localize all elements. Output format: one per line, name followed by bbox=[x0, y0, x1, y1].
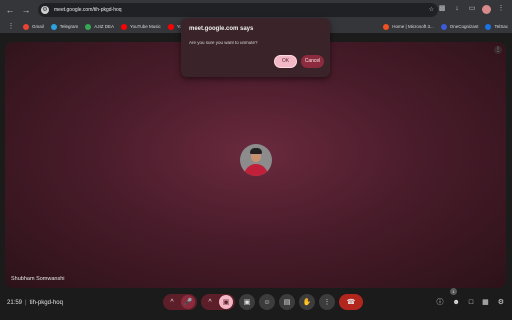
bookmark-youtube-music[interactable]: YouTube Music bbox=[121, 23, 161, 30]
unmute-confirm-dialog: meet.google.com says Are you sure you wa… bbox=[181, 18, 330, 77]
bookmark-telsac[interactable]: TelSac bbox=[485, 23, 508, 30]
participant-name: Shubham Somwanshi bbox=[11, 276, 65, 282]
meeting-info: 21:59 | tih-pkgd-hoq bbox=[7, 300, 63, 306]
bookmark-gmail[interactable]: Gmail bbox=[23, 23, 44, 30]
meeting-details-icon[interactable]: ⓘ bbox=[436, 297, 443, 307]
gmail-icon bbox=[23, 23, 29, 30]
captions-button[interactable]: ▤ bbox=[279, 294, 295, 310]
more-options-button[interactable]: ⋮ bbox=[319, 294, 335, 310]
meeting-code: tih-pkgd-hoq bbox=[29, 300, 63, 306]
telegram-icon bbox=[50, 23, 57, 30]
mic-off-button[interactable]: 🎤 bbox=[181, 295, 195, 309]
captions-icon: ▤ bbox=[283, 299, 291, 306]
ok-button[interactable]: OK bbox=[274, 55, 297, 68]
extensions-icon[interactable]: ▩ bbox=[437, 4, 447, 14]
bookmark-ajiz-dea[interactable]: AJIZ DEA bbox=[85, 23, 114, 30]
menu-kebab-icon[interactable]: ⋮ bbox=[496, 4, 506, 14]
cancel-button[interactable]: Cancel bbox=[301, 55, 324, 68]
bookmark-microsoft-365[interactable]: Home | Microsoft 3... bbox=[383, 23, 434, 30]
call-controls: ^ 🎤 ^ ▣ ▣ ☺ ▤ ✋ ⋮ ☎ bbox=[163, 294, 363, 310]
camera-options-chevron-icon[interactable]: ^ bbox=[203, 295, 217, 309]
telsac-icon bbox=[485, 23, 492, 30]
apps-grid-icon[interactable]: ⋮ bbox=[6, 22, 16, 32]
meeting-controls-bar: 21:59 | tih-pkgd-hoq ^ 🎤 ^ ▣ ▣ ☺ ▤ ✋ ⋮ ☎ 1… bbox=[0, 288, 512, 320]
host-controls-icon[interactable]: ⚙ bbox=[498, 298, 504, 306]
forward-arrow-icon[interactable]: → bbox=[20, 4, 32, 16]
camera-control: ^ ▣ bbox=[201, 294, 235, 310]
tile-options-icon[interactable]: ⋮ bbox=[494, 46, 502, 54]
camera-off-button[interactable]: ▣ bbox=[219, 295, 233, 309]
bookmark-site-icon bbox=[85, 23, 92, 30]
youtube-icon bbox=[167, 23, 174, 30]
participant-tile: ⋮ Shubham Somwanshi bbox=[5, 42, 506, 288]
hand-icon: ✋ bbox=[302, 299, 312, 306]
activities-icon[interactable]: ▦ bbox=[482, 298, 489, 306]
bookmark-telegram[interactable]: Telegram bbox=[50, 23, 78, 30]
microphone-control: ^ 🎤 bbox=[163, 294, 197, 310]
site-info-icon[interactable]: ⚙ bbox=[41, 6, 49, 14]
mic-options-chevron-icon[interactable]: ^ bbox=[165, 295, 179, 309]
bookmark-onecognizant[interactable]: OneCognizant bbox=[440, 23, 478, 30]
address-bar[interactable]: ⚙ meet.google.com/tih-pkgd-hoq ☆ bbox=[38, 3, 438, 17]
participant-count-badge: 1 bbox=[450, 288, 457, 295]
onecognizant-icon bbox=[440, 23, 447, 30]
people-icon[interactable]: ☻ bbox=[452, 299, 459, 306]
back-arrow-icon[interactable]: ← bbox=[4, 4, 16, 16]
more-vert-icon: ⋮ bbox=[323, 299, 331, 306]
emoji-icon: ☺ bbox=[263, 298, 271, 306]
downloads-icon[interactable]: ↓ bbox=[452, 4, 462, 14]
youtube-music-icon bbox=[121, 23, 128, 30]
end-call-icon: ☎ bbox=[346, 299, 356, 306]
dialog-title: meet.google.com says bbox=[189, 26, 254, 32]
url-text[interactable]: meet.google.com/tih-pkgd-hoq bbox=[54, 7, 122, 13]
side-controls: ⓘ ☻ □ ▦ ⚙ bbox=[436, 297, 504, 307]
browser-toolbar: ← → ↻ ⚙ meet.google.com/tih-pkgd-hoq ☆ ▩… bbox=[0, 0, 512, 20]
microsoft-icon bbox=[383, 23, 390, 30]
side-panel-icon[interactable]: ▭ bbox=[467, 4, 477, 14]
profile-avatar[interactable] bbox=[482, 4, 491, 14]
participant-avatar bbox=[240, 144, 272, 176]
meeting-time: 21:59 bbox=[7, 300, 23, 306]
chat-icon[interactable]: □ bbox=[469, 299, 473, 306]
present-button[interactable]: ▣ bbox=[239, 294, 255, 310]
bookmark-star-icon[interactable]: ☆ bbox=[429, 6, 434, 13]
reactions-button[interactable]: ☺ bbox=[259, 294, 275, 310]
present-screen-icon: ▣ bbox=[243, 299, 251, 306]
leave-call-button[interactable]: ☎ bbox=[339, 294, 363, 310]
raise-hand-button[interactable]: ✋ bbox=[299, 294, 315, 310]
dialog-message: Are you sure you want to unmute? bbox=[189, 40, 258, 45]
